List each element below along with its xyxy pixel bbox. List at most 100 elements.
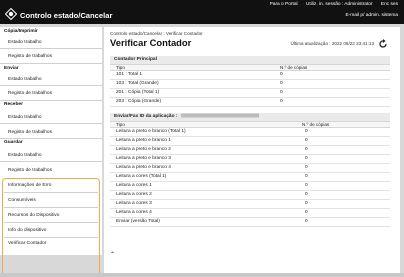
counter-value: 0 — [305, 192, 308, 197]
sidebar-item-device-resources[interactable]: Recursos do Dispositivo — [8, 213, 59, 218]
counter-value: 0 — [305, 219, 308, 224]
breadcrumb[interactable]: Controlo estado/Cancelar : Verificar Con… — [110, 31, 203, 36]
sidebar-divider — [0, 63, 102, 64]
main-panel: Controlo estado/Cancelar : Verificar Con… — [104, 27, 400, 273]
counter-type: 101 : Total 1 — [116, 72, 143, 77]
counter-type: Leitura a preto e branco 4 — [116, 165, 171, 170]
copies-column-header: N.º de cópias — [302, 122, 330, 127]
counter-type: Leitura a preto e branco 2 — [116, 147, 171, 152]
main-counter-title: Contador Principal — [110, 56, 390, 64]
sidebar-item-send-job-status[interactable]: Estado trabalho — [8, 77, 42, 82]
table-row: Leitura a cores 1 0 — [110, 182, 390, 191]
sidebar-divider — [0, 85, 102, 86]
sidebar-divider — [4, 207, 98, 208]
redacted-id — [180, 113, 259, 118]
table-row: Leitura a preto e branco 4 0 — [110, 164, 390, 173]
refresh-icon[interactable] — [378, 39, 388, 49]
counter-type: Leitura a cores 4 — [116, 210, 152, 215]
user-session-label: Utiliz. in. sessão : Administrator — [305, 2, 373, 7]
counter-type: Leitura a preto e branco (Total 1) — [116, 129, 186, 134]
logout-link[interactable]: Enc ses — [381, 2, 398, 7]
table-row: Leitura a cores 4 0 — [110, 209, 390, 218]
table-row: Leitura a cores 3 0 — [110, 200, 390, 209]
page-title: Verificar Contador — [110, 37, 192, 48]
sidebar-item-receive-job-status[interactable]: Estado trabalho — [8, 115, 42, 120]
bottom-strip — [0, 273, 404, 277]
portal-link[interactable]: Para o Portal — [270, 2, 298, 7]
sidebar: Cópia/Imprimir Estado trabalho Registo d… — [0, 27, 102, 277]
sidebar-item-check-counter[interactable]: Verificar Contador — [8, 241, 46, 246]
counter-value: 0 — [305, 138, 308, 143]
sidebar-divider — [4, 192, 98, 193]
send-counter-section: Enviar/Fax ID da aplicação : Tipo N.º de… — [110, 113, 390, 231]
sidebar-divider — [0, 48, 102, 49]
counter-type: Leitura a preto e branco 3 — [116, 156, 171, 161]
counter-value: 0 — [305, 156, 308, 161]
email-admin-link[interactable]: E-mail p/ admin. sistema — [345, 13, 398, 18]
counter-type: 203 : Cópia (Grande) — [116, 99, 162, 104]
counter-value: 0 — [305, 129, 308, 134]
main-counter-section: Contador Principal Tipo N.º de cópias 10… — [110, 56, 390, 108]
sidebar-divider — [0, 123, 102, 124]
counter-type: Leitura a cores 3 — [116, 201, 152, 206]
sidebar-item-store-job-log[interactable]: Registo de trabalhos — [8, 168, 52, 173]
table-row: Leitura a preto e branco 1 0 — [110, 137, 390, 146]
sidebar-section-send: Enviar — [4, 66, 19, 71]
scroll-to-top-button[interactable]: ⌃ — [110, 251, 115, 258]
counter-value: 0 — [305, 147, 308, 152]
counter-value: 0 — [280, 90, 283, 95]
sidebar-item-error-info[interactable]: Informações de Erro — [8, 183, 51, 188]
sidebar-section-store: Guardar — [4, 140, 23, 145]
sidebar-section-copy-print: Cópia/Imprimir — [4, 29, 38, 34]
top-bar: Controlo estado/Cancelar Para o Portal U… — [0, 0, 404, 24]
table-header: Tipo N.º de cópias — [110, 64, 390, 71]
counter-type: Enviar (versão Total) — [116, 219, 160, 224]
counter-value: 0 — [280, 72, 283, 77]
table-row: 103 : Total (Grande) 0 — [110, 80, 390, 89]
send-counter-title-text: Enviar/Fax ID da aplicação : — [114, 114, 178, 119]
table-row: Leitura a cores (Total 1) 0 — [110, 173, 390, 182]
sidebar-item-copy-job-status[interactable]: Estado trabalho — [8, 40, 42, 45]
type-column-header: Tipo — [116, 122, 125, 127]
table-row: 201 : Cópia (Total 1) 0 — [110, 89, 390, 98]
counter-type: Leitura a cores 2 — [116, 192, 152, 197]
counter-type: 103 : Total (Grande) — [116, 81, 159, 86]
sidebar-section-receive: Receber — [4, 102, 23, 107]
sidebar-item-receive-job-log[interactable]: Registo de trabalhos — [8, 130, 52, 135]
table-row: Leitura a cores 2 0 — [110, 191, 390, 200]
app-title: Controlo estado/Cancelar — [20, 11, 113, 20]
counter-value: 0 — [280, 81, 283, 86]
last-update-label: Última atualização : 2022 06/22 23:41:13 — [290, 41, 374, 46]
screen: Controlo estado/Cancelar Para o Portal U… — [0, 0, 404, 277]
sidebar-item-copy-job-log[interactable]: Registo de trabalhos — [8, 54, 52, 59]
table-row: Leitura a preto e branco 3 0 — [110, 155, 390, 164]
app-logo-icon — [5, 8, 17, 20]
sidebar-item-device-info[interactable]: Info do dispositivo — [8, 228, 46, 233]
sidebar-divider — [0, 100, 102, 101]
sidebar-item-store-job-status[interactable]: Estado trabalho — [8, 153, 42, 158]
copies-column-header: N.º de cópias — [280, 65, 308, 70]
sidebar-divider — [4, 222, 98, 223]
counter-value: 0 — [305, 183, 308, 188]
send-counter-title: Enviar/Fax ID da aplicação : — [110, 113, 390, 121]
table-row: Leitura a preto e branco 2 0 — [110, 146, 390, 155]
table-row: 101 : Total 1 0 — [110, 71, 390, 80]
table-row: Enviar (versão Total) 0 — [110, 218, 390, 227]
counter-type: Leitura a preto e branco 1 — [116, 138, 171, 143]
table-header: Tipo N.º de cópias — [110, 121, 390, 128]
sidebar-divider — [0, 138, 102, 139]
sidebar-divider — [0, 161, 102, 162]
counter-type: Leitura a cores 1 — [116, 183, 152, 188]
counter-type: 201 : Cópia (Total 1) — [116, 90, 160, 95]
counter-value: 0 — [305, 210, 308, 215]
counter-value: 0 — [305, 201, 308, 206]
counter-value: 0 — [305, 174, 308, 179]
top-links: Para o Portal Utiliz. in. sessão : Admin… — [263, 2, 398, 7]
table-row: Leitura a preto e branco (Total 1) 0 — [110, 128, 390, 137]
sidebar-divider — [4, 237, 98, 238]
sidebar-item-send-job-log[interactable]: Registo de trabalhos — [8, 91, 52, 96]
counter-value: 0 — [305, 165, 308, 170]
sidebar-item-consumables[interactable]: Consumíveis — [8, 198, 36, 203]
type-column-header: Tipo — [116, 65, 125, 70]
counter-value: 0 — [280, 99, 283, 104]
